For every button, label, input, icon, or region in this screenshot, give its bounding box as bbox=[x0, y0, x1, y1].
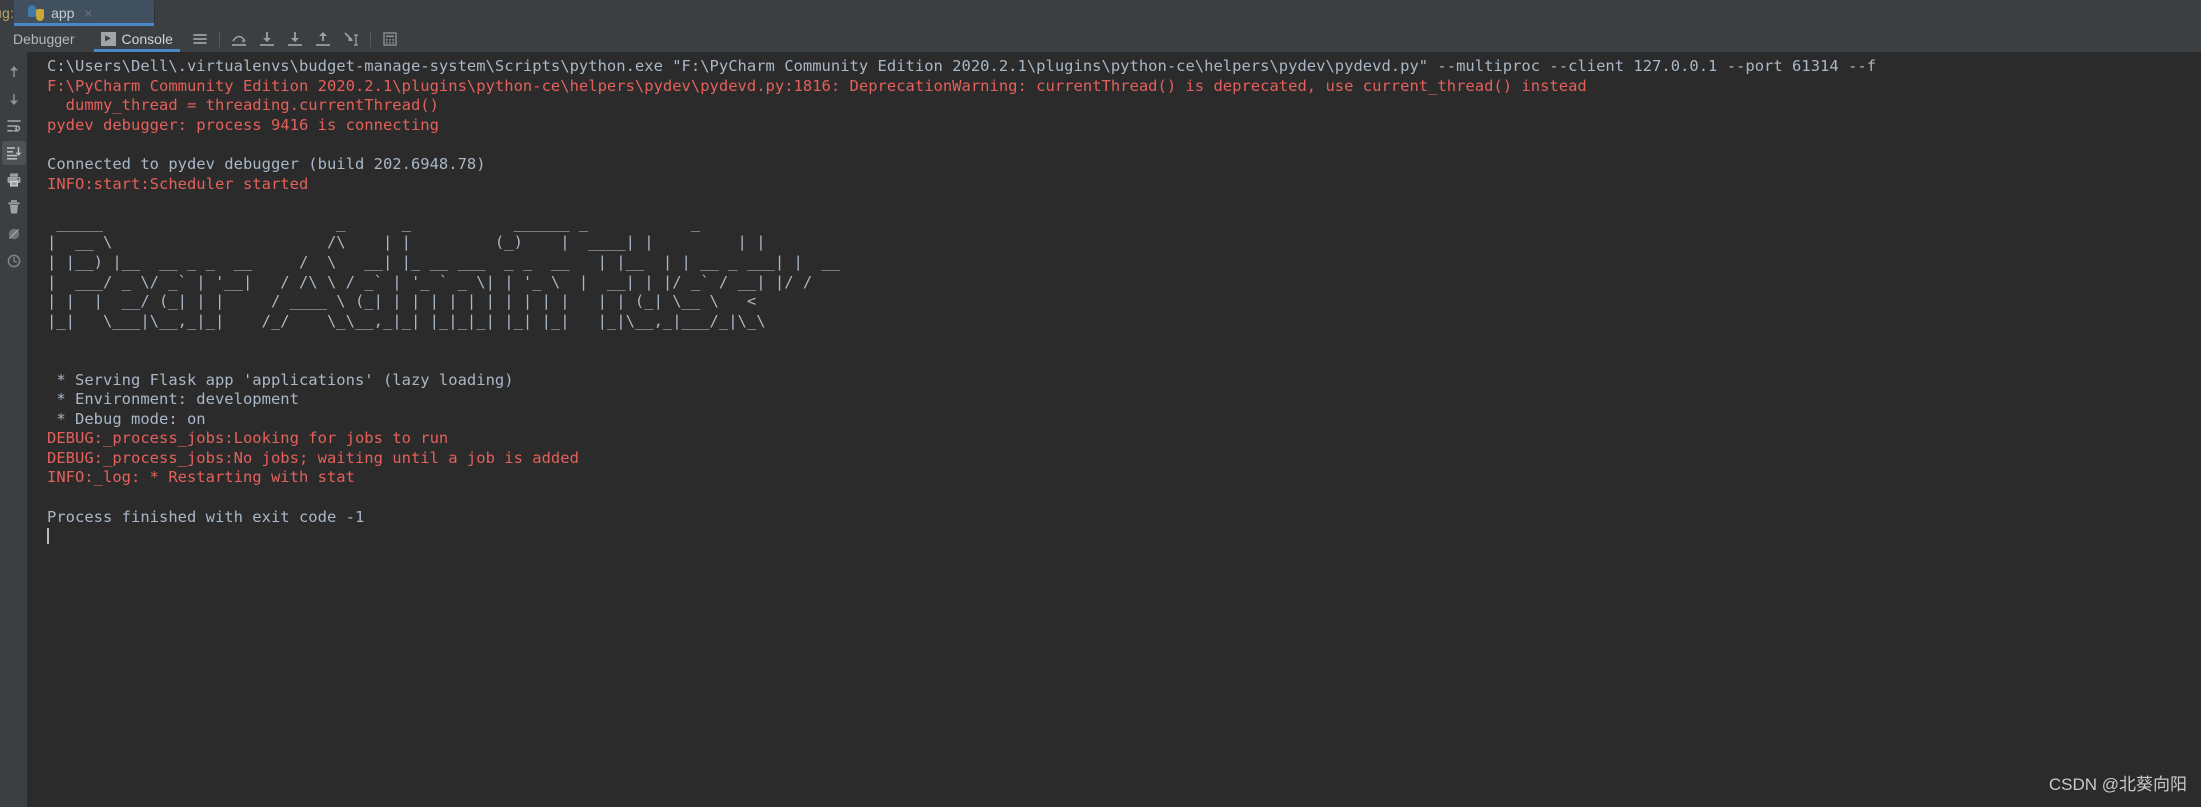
mute-breakpoints-icon[interactable] bbox=[2, 222, 26, 246]
console-caret-line bbox=[47, 527, 2201, 547]
tab-console-label: Console bbox=[121, 31, 173, 47]
evaluate-expression-icon[interactable] bbox=[376, 27, 404, 51]
tabstrip-filler bbox=[155, 0, 2201, 26]
console-line: DEBUG:_process_jobs:Looking for jobs to … bbox=[47, 429, 449, 448]
console-line: * Debug mode: on bbox=[47, 409, 206, 428]
console-line: pydev debugger: process 9416 is connecti… bbox=[47, 115, 439, 134]
scroll-to-end-icon[interactable] bbox=[1, 141, 26, 165]
up-arrow-icon[interactable] bbox=[2, 60, 26, 84]
console-line: INFO:_log: * Restarting with stat bbox=[47, 468, 355, 487]
run-configuration-tabstrip: ug: app × bbox=[0, 0, 2201, 26]
close-icon[interactable]: × bbox=[81, 6, 92, 20]
toolbar-separator-1 bbox=[218, 31, 220, 47]
console-line: dummy_thread = threading.currentThread() bbox=[47, 96, 439, 115]
step-over-icon[interactable] bbox=[225, 27, 253, 51]
force-step-into-icon[interactable] bbox=[281, 27, 309, 51]
console-prompt-icon: ▶ bbox=[100, 32, 116, 46]
console-line: DEBUG:_process_jobs:No jobs; waiting unt… bbox=[47, 448, 579, 467]
print-icon[interactable] bbox=[2, 168, 26, 192]
config-tab-app[interactable]: app × bbox=[14, 0, 155, 26]
console-line: _____ _ _ ______ _ _ bbox=[47, 213, 701, 232]
console-lines: C:\Users\Dell\.virtualenvs\budget-manage… bbox=[47, 57, 2201, 527]
console-output[interactable]: C:\Users\Dell\.virtualenvs\budget-manage… bbox=[27, 52, 2201, 807]
tab-debugger-label: Debugger bbox=[13, 31, 75, 47]
console-line: C:\Users\Dell\.virtualenvs\budget-manage… bbox=[47, 57, 1877, 75]
console-line: | ___/ _ \/ _` | '__| / /\ \ / _` | '_ `… bbox=[47, 272, 813, 291]
console-line: INFO:start:Scheduler started bbox=[47, 174, 309, 193]
console-line: | __ \ /\ | | (_) | ____| | | | bbox=[47, 233, 766, 252]
python-icon bbox=[28, 5, 45, 21]
config-tab-label: app bbox=[51, 5, 75, 21]
history-icon[interactable] bbox=[2, 249, 26, 273]
console-side-toolbar bbox=[0, 52, 27, 807]
step-out-icon[interactable] bbox=[309, 27, 337, 51]
console-line: Process finished with exit code -1 bbox=[47, 507, 365, 526]
console-line: * Environment: development bbox=[47, 390, 299, 409]
console-line: | |__) |__ __ _ _ __ / \ __| |_ __ ___ _… bbox=[47, 252, 841, 271]
console-line: Connected to pydev debugger (build 202.6… bbox=[47, 154, 486, 173]
console-line: F:\PyCharm Community Edition 2020.2.1\pl… bbox=[47, 76, 1587, 95]
console-line: * Serving Flask app 'applications' (lazy… bbox=[47, 370, 514, 389]
run-to-cursor-icon[interactable] bbox=[337, 27, 365, 51]
pycharm-debug-window: ug: app × Debugger ▶ Console bbox=[0, 0, 2201, 807]
console-line: | | | __/ (_| | | / ____ \ (_| | | | | |… bbox=[47, 292, 757, 311]
step-into-icon[interactable] bbox=[253, 27, 281, 51]
toolbar-separator-2 bbox=[369, 31, 371, 47]
text-caret bbox=[47, 528, 49, 545]
soft-wrap-icon[interactable] bbox=[2, 114, 26, 138]
menu-icon[interactable] bbox=[186, 27, 214, 51]
tab-console[interactable]: ▶ Console bbox=[88, 26, 186, 52]
trash-icon[interactable] bbox=[2, 195, 26, 219]
debug-label: ug: bbox=[0, 5, 15, 21]
down-arrow-icon[interactable] bbox=[2, 87, 26, 111]
tab-debugger[interactable]: Debugger bbox=[0, 26, 88, 52]
console-line: |_| \___|\__,_|_| /_/ \_\__,_|_| |_|_|_|… bbox=[47, 311, 766, 330]
csdn-watermark: CSDN @北葵向阳 bbox=[2048, 775, 2187, 794]
debug-toolbar: Debugger ▶ Console bbox=[0, 26, 2201, 52]
